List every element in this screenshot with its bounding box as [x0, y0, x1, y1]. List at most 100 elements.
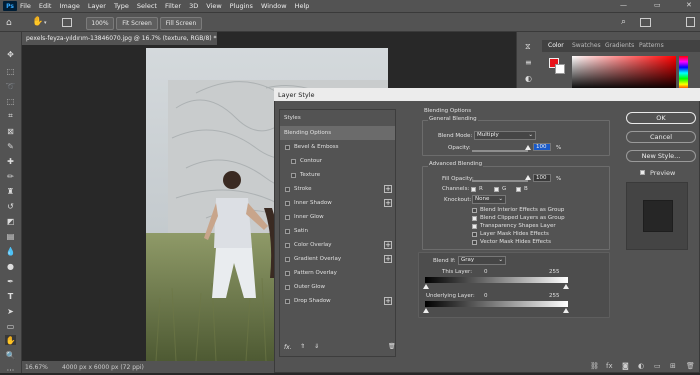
- add-effect-icon[interactable]: +: [384, 185, 392, 193]
- brush-tool-icon[interactable]: ✏: [5, 171, 16, 181]
- style-bevel-emboss[interactable]: Bevel & Emboss: [280, 140, 395, 154]
- delete-layer-icon[interactable]: 🗑: [686, 362, 695, 370]
- this-layer-black-thumb[interactable]: [423, 284, 429, 289]
- background-color-swatch[interactable]: [555, 64, 565, 74]
- blend-mode-select[interactable]: Multiply ⌄: [474, 131, 536, 140]
- preview-checkbox[interactable]: [640, 170, 645, 175]
- document-tab[interactable]: pexels-feyza-yıldırım-13846070.jpg @ 16.…: [22, 32, 217, 45]
- checkbox[interactable]: [291, 158, 296, 164]
- fit-screen-button[interactable]: Fit Screen: [116, 17, 158, 30]
- blend-interior-checkbox[interactable]: [472, 208, 477, 213]
- blur-tool-icon[interactable]: 💧: [5, 246, 16, 256]
- path-selection-tool-icon[interactable]: ➤: [5, 306, 16, 316]
- opacity-slider[interactable]: [472, 150, 528, 152]
- underlying-white-thumb[interactable]: [563, 308, 569, 313]
- opacity-input[interactable]: 100: [533, 143, 551, 151]
- tab-swatches[interactable]: Swatches: [572, 42, 601, 49]
- fill-screen-button[interactable]: Fill Screen: [160, 17, 202, 30]
- rectangle-tool-icon[interactable]: ▭: [5, 321, 16, 331]
- workspace-icon[interactable]: [640, 18, 651, 27]
- maximize-icon[interactable]: ▭: [654, 1, 661, 9]
- add-effect-icon[interactable]: +: [384, 297, 392, 305]
- layer-mask-hides-checkbox[interactable]: [472, 232, 477, 237]
- opacity-slider-thumb[interactable]: [525, 145, 531, 150]
- menu-edit[interactable]: Edit: [39, 2, 52, 10]
- zoom-100-button[interactable]: 100%: [86, 17, 114, 30]
- fill-opacity-input[interactable]: 100: [533, 174, 551, 182]
- move-up-icon[interactable]: ⇑: [300, 343, 305, 350]
- color-field[interactable]: [572, 56, 676, 90]
- checkbox[interactable]: [285, 144, 290, 150]
- eyedropper-tool-icon[interactable]: ✎: [5, 141, 16, 151]
- crop-tool-icon[interactable]: ⌗: [5, 111, 16, 121]
- style-inner-glow[interactable]: Inner Glow: [280, 210, 395, 224]
- clone-stamp-tool-icon[interactable]: ♜: [5, 186, 16, 196]
- style-texture[interactable]: Texture: [280, 168, 395, 182]
- this-layer-white-thumb[interactable]: [563, 284, 569, 289]
- style-inner-shadow[interactable]: Inner Shadow +: [280, 196, 395, 210]
- hand-tool-icon[interactable]: ✋: [32, 17, 43, 27]
- menu-type[interactable]: Type: [114, 2, 129, 10]
- style-color-overlay[interactable]: Color Overlay +: [280, 238, 395, 252]
- checkbox[interactable]: [285, 200, 290, 206]
- tab-gradients[interactable]: Gradients: [605, 42, 634, 49]
- close-icon[interactable]: ✕: [686, 1, 692, 9]
- menu-3d[interactable]: 3D: [189, 2, 198, 10]
- type-tool-icon[interactable]: T: [5, 291, 16, 301]
- eraser-tool-icon[interactable]: ◩: [5, 216, 16, 226]
- new-style-button[interactable]: New Style...: [626, 150, 696, 162]
- fill-opacity-slider-thumb[interactable]: [525, 175, 531, 180]
- menu-window[interactable]: Window: [261, 2, 287, 10]
- scroll-all-windows-icon[interactable]: [62, 18, 72, 27]
- menu-layer[interactable]: Layer: [88, 2, 106, 10]
- dodge-tool-icon[interactable]: ●: [5, 261, 16, 271]
- menu-help[interactable]: Help: [295, 2, 310, 10]
- channel-g-checkbox[interactable]: [494, 187, 499, 192]
- marquee-tool-icon[interactable]: ⬚: [5, 66, 16, 76]
- style-blending-options[interactable]: Blending Options: [280, 126, 395, 140]
- healing-brush-tool-icon[interactable]: ✚: [5, 156, 16, 166]
- zoom-tool-icon[interactable]: 🔍: [5, 350, 16, 360]
- home-icon[interactable]: ⌂: [6, 18, 12, 28]
- share-icon[interactable]: [686, 17, 695, 27]
- style-satin[interactable]: Satin: [280, 224, 395, 238]
- menu-view[interactable]: View: [206, 2, 221, 10]
- checkbox[interactable]: [285, 284, 290, 290]
- checkbox[interactable]: [285, 186, 290, 192]
- tab-patterns[interactable]: Patterns: [639, 42, 664, 49]
- menu-filter[interactable]: Filter: [165, 2, 181, 10]
- tab-color[interactable]: Color: [548, 42, 564, 49]
- move-down-icon[interactable]: ⇓: [314, 343, 319, 350]
- photoshop-logo[interactable]: Ps: [3, 1, 17, 11]
- history-brush-tool-icon[interactable]: ↺: [5, 201, 16, 211]
- hand-tool-icon[interactable]: ✋: [5, 335, 16, 345]
- underlying-black-thumb[interactable]: [423, 308, 429, 313]
- checkbox[interactable]: [285, 270, 290, 276]
- history-icon[interactable]: ⧖: [525, 42, 531, 52]
- checkbox[interactable]: [291, 172, 296, 178]
- checkbox[interactable]: [285, 242, 290, 248]
- fx-menu[interactable]: fx.: [284, 344, 292, 351]
- style-gradient-overlay[interactable]: Gradient Overlay +: [280, 252, 395, 266]
- menu-select[interactable]: Select: [137, 2, 157, 10]
- frame-tool-icon[interactable]: ⊠: [5, 126, 16, 136]
- new-group-icon[interactable]: ▭: [654, 362, 661, 370]
- blend-clipped-checkbox[interactable]: [472, 216, 477, 221]
- style-pattern-overlay[interactable]: Pattern Overlay: [280, 266, 395, 280]
- lasso-tool-icon[interactable]: ➰: [5, 81, 16, 91]
- checkbox[interactable]: [285, 214, 290, 220]
- cancel-button[interactable]: Cancel: [626, 131, 696, 143]
- style-outer-glow[interactable]: Outer Glow: [280, 280, 395, 294]
- move-tool-icon[interactable]: ✥: [5, 49, 16, 59]
- checkbox[interactable]: [285, 228, 290, 234]
- knockout-select[interactable]: None ⌄: [472, 195, 506, 204]
- minimize-icon[interactable]: —: [620, 1, 627, 9]
- pen-tool-icon[interactable]: ✒: [5, 276, 16, 286]
- blend-if-select[interactable]: Gray ⌄: [458, 256, 506, 265]
- ok-button[interactable]: OK: [626, 112, 696, 124]
- link-layers-icon[interactable]: ⛓: [590, 362, 599, 370]
- add-effect-icon[interactable]: +: [384, 241, 392, 249]
- more-tools-icon[interactable]: ···: [5, 365, 16, 375]
- menu-image[interactable]: Image: [59, 2, 79, 10]
- transparency-shapes-checkbox[interactable]: [472, 224, 477, 229]
